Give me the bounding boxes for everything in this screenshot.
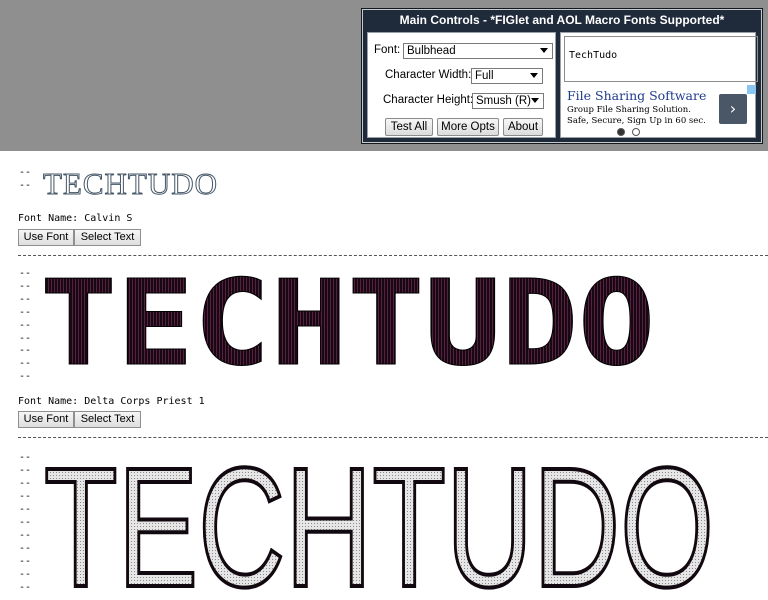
character-height-value: Smush (R) <box>476 95 531 107</box>
chevron-down-icon <box>531 98 539 103</box>
font-name-label: Font Name: Calvin S <box>18 213 133 224</box>
ad-banner[interactable]: File Sharing Software Group File Sharing… <box>561 85 757 139</box>
chevron-down-icon <box>530 73 538 78</box>
more-opts-button[interactable]: More Opts <box>437 118 499 136</box>
ascii-art-calvin-s: TECHTUDO <box>42 166 219 202</box>
chevron-right-icon[interactable]: › <box>719 94 747 124</box>
divider <box>18 437 768 438</box>
text-input[interactable]: TechTudo <box>564 36 758 82</box>
controls-title: Main Controls - *FIGlet and AOL Macro Fo… <box>399 13 725 27</box>
character-width-label: Character Width: <box>385 69 472 81</box>
character-height-label: Character Height: <box>383 94 474 106</box>
character-height-select[interactable]: Smush (R) <box>472 93 544 109</box>
about-button[interactable]: About <box>503 118 543 136</box>
select-text-button[interactable]: Select Text <box>74 411 141 428</box>
use-font-button[interactable]: Use Font <box>18 411 74 428</box>
ascii-art-block-font: TECHTUDO <box>44 448 716 600</box>
controls-left-panel: Font: Bulbhead Character Width: Full Cha… <box>367 32 556 138</box>
font-label: Font: <box>374 44 401 56</box>
controls-right-panel: TechTudo File Sharing Software Group Fil… <box>560 32 758 139</box>
ascii-art-delta-corps-priest: TECHTUDO <box>40 264 656 374</box>
test-all-button[interactable]: Test All <box>385 118 433 136</box>
carousel-dot-active[interactable] <box>617 128 625 136</box>
ascii-art-comment: -- -- <box>19 167 32 191</box>
main-controls-panel: Main Controls - *FIGlet and AOL Macro Fo… <box>361 8 763 144</box>
ascii-art-text: TECHTUDO <box>44 448 714 600</box>
use-font-button[interactable]: Use Font <box>18 229 74 246</box>
ad-text-line: Safe, Secure, Sign Up in 60 sec. <box>567 116 706 126</box>
ad-title[interactable]: File Sharing Software <box>567 88 706 103</box>
carousel-dot[interactable] <box>632 128 640 136</box>
ascii-art-text: TECHTUDO <box>40 264 655 374</box>
chevron-down-icon <box>540 48 548 53</box>
character-width-value: Full <box>475 70 494 82</box>
divider <box>18 255 768 256</box>
ad-text-line: Group File Sharing Solution. <box>567 105 691 115</box>
ascii-art-comment: -- -- -- -- -- -- -- -- -- <box>19 268 32 383</box>
character-width-select[interactable]: Full <box>471 68 543 84</box>
ad-choices-icon[interactable] <box>747 85 756 94</box>
font-select[interactable]: Bulbhead <box>403 43 553 59</box>
select-text-button[interactable]: Select Text <box>74 229 141 246</box>
ascii-art-comment: -- -- -- -- -- -- -- -- -- -- -- <box>19 452 32 593</box>
font-name-label: Font Name: Delta Corps Priest 1 <box>18 396 205 407</box>
font-select-value: Bulbhead <box>407 45 456 57</box>
